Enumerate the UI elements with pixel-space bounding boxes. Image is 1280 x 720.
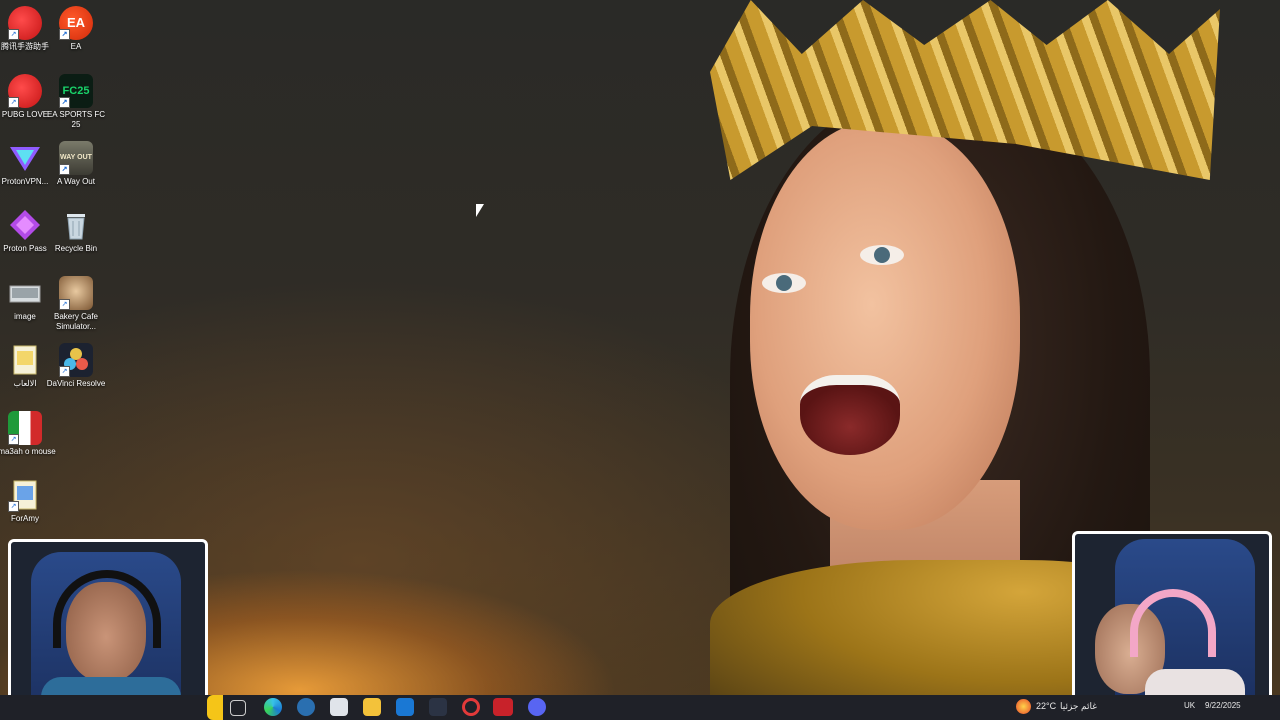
a-way-out-icon: WAY OUT ↗ [59, 141, 93, 175]
weather-description[interactable]: غائم جزئيا [1060, 701, 1097, 712]
desktop-icon-label: A Way Out [57, 177, 95, 186]
desktop-icon-label: EA [70, 42, 82, 51]
desktop-icon-sma3ah[interactable]: ↗ sma3ah o mouse [0, 411, 56, 457]
clock-date[interactable]: 9/22/2025 [1205, 701, 1241, 710]
bakery-cafe-icon: ↗ [59, 276, 93, 310]
desktop-icon-foramy[interactable]: ↗ ForAmy [0, 478, 56, 524]
weather-icon[interactable] [1016, 699, 1031, 714]
video-app-icon[interactable] [493, 698, 513, 716]
desktop-icon-fc25[interactable]: FC25 ↗ EA SPORTS FC 25 [45, 74, 107, 130]
wallpaper-eye-left [762, 273, 806, 293]
edge-icon[interactable] [264, 698, 282, 716]
taskbar: 22°C غائم جزئيا UK 9/22/2025 [0, 695, 1280, 720]
webcam-overlay-left [8, 539, 208, 717]
desktop-icon-bakery-cafe[interactable]: ↗ Bakery Cafe Simulator... [45, 276, 107, 332]
folder-icon [8, 343, 42, 377]
davinci-resolve-icon: ↗ [59, 343, 93, 377]
wallpaper-face [750, 120, 1020, 530]
outlook-icon[interactable] [396, 698, 414, 716]
proton-pass-icon [8, 208, 42, 242]
desktop-icon-recycle-bin[interactable]: Recycle Bin [45, 208, 107, 254]
wallpaper-mouth [800, 375, 900, 455]
desktop-icon-label: Bakery Cafe Simulator... [53, 312, 99, 331]
davinci-resolve-icon[interactable] [429, 698, 447, 716]
desktop-icon-label: DaVinci Resolve [46, 379, 106, 388]
ea-icon: EA ↗ [59, 6, 93, 40]
sma3ah-icon: ↗ [8, 411, 42, 445]
pubg-icon: ↗ [8, 74, 42, 108]
mouse-cursor-icon [476, 204, 484, 217]
webcam-overlay-right [1072, 531, 1272, 712]
opera-icon[interactable] [462, 698, 480, 716]
protonvpn-icon [8, 141, 42, 175]
desktop-icon-davinci-resolve[interactable]: ↗ DaVinci Resolve [45, 343, 107, 389]
start-edge-widget[interactable] [207, 695, 223, 720]
folder-icon: ↗ [8, 478, 42, 512]
desktop-icon-label: ForAmy [11, 514, 39, 523]
store-icon[interactable] [330, 698, 348, 716]
file-explorer-icon[interactable] [363, 698, 381, 716]
wallpaper-eye-right [860, 245, 904, 265]
desktop-icon-label: Recycle Bin [54, 244, 98, 253]
language-indicator[interactable]: UK [1184, 701, 1195, 710]
desktop-icon-a-way-out[interactable]: WAY OUT ↗ A Way Out [45, 141, 107, 187]
tencent-gamebuddy-icon: ↗ [8, 6, 42, 40]
recycle-bin-icon [59, 208, 93, 242]
desktop-icon-label: sma3ah o mouse [0, 447, 56, 456]
steam-icon[interactable] [297, 698, 315, 716]
desktop-icon-ea[interactable]: EA ↗ EA [45, 6, 107, 52]
desktop-icon-label: EA SPORTS FC 25 [46, 110, 106, 129]
image-file-icon [8, 276, 42, 310]
task-view-icon[interactable] [230, 700, 246, 716]
discord-icon[interactable] [528, 698, 546, 716]
fc25-icon: FC25 ↗ [59, 74, 93, 108]
weather-temperature[interactable]: 22°C [1036, 701, 1056, 711]
